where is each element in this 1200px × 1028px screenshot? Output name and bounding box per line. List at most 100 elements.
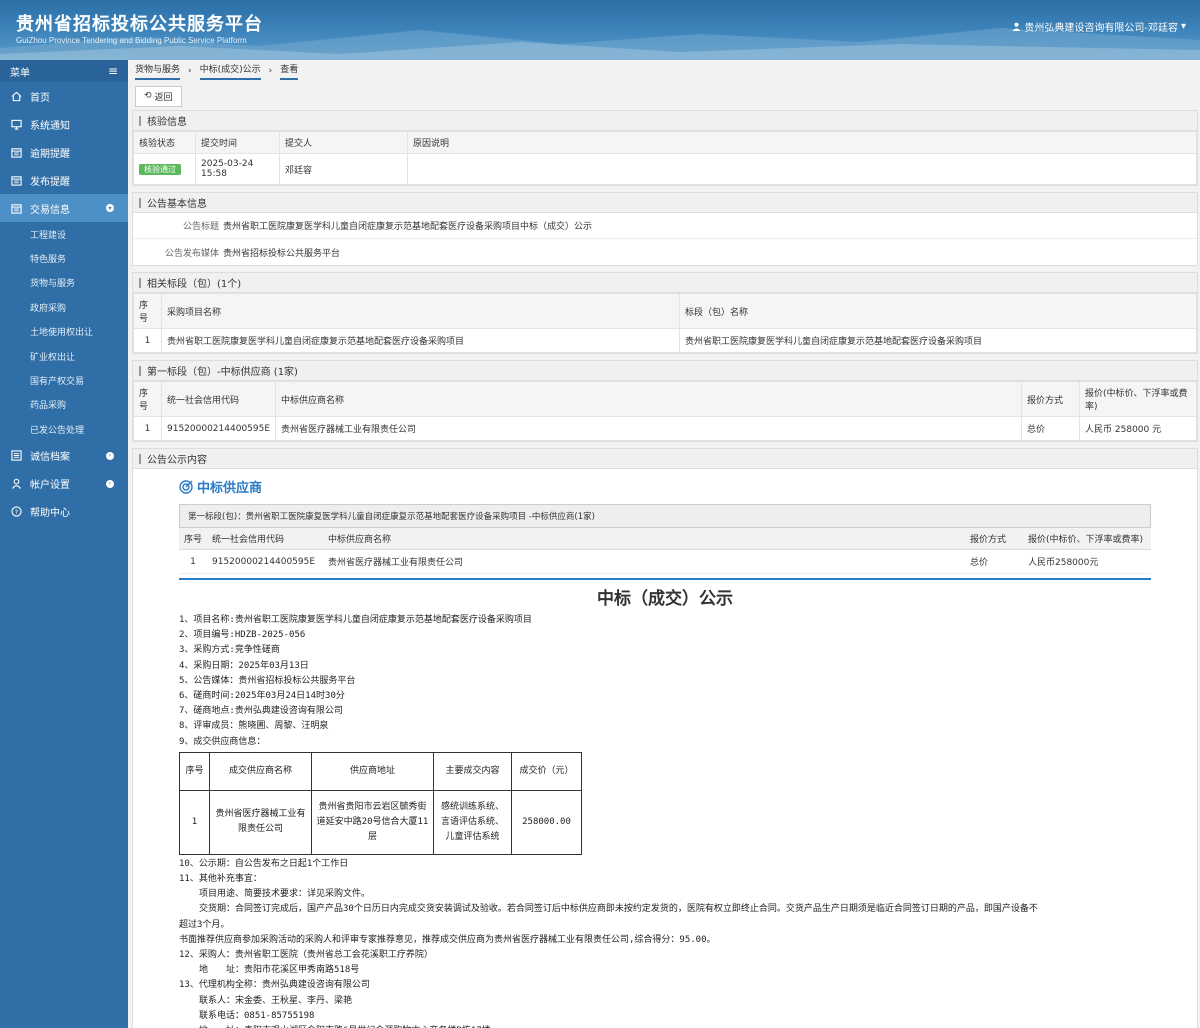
- sidebar-item-help[interactable]: ? 帮助中心: [0, 498, 128, 526]
- status-cell: 核验通过: [133, 153, 196, 185]
- menu-label: 菜单: [10, 67, 30, 79]
- target-icon: [179, 479, 193, 494]
- doc-body: 1、项目名称:贵州省职工医院康复医学科儿童自闭症康复示范基地配套医疗设备采购项目…: [179, 613, 1151, 1028]
- calendar-icon: [10, 202, 22, 214]
- cell: 贵州省医疗器械工业有限责任公司: [323, 549, 965, 574]
- sidebar-item-label: 首页: [30, 92, 50, 104]
- breadcrumb-item[interactable]: 查看: [280, 62, 299, 80]
- chevron-right-icon: ›: [268, 66, 273, 76]
- monitor-icon: [10, 118, 22, 130]
- media-row: 公告发布媒体 贵州省招标投标公共服务平台: [133, 239, 1197, 265]
- doc-lines-indented: 地 址：贵阳市花溪区甲秀南路518号: [179, 963, 1151, 978]
- col-header: 报价方式: [1021, 381, 1081, 417]
- doc-line: 11、其他补充事宜：: [179, 874, 262, 885]
- sidebar-item-label: 系统通知: [30, 120, 70, 132]
- cell: 1: [179, 549, 207, 574]
- top-header: 贵州省招标投标公共服务平台 GuiZhou Province Tendering…: [0, 0, 1200, 60]
- doc-lines-a: 1、项目名称:贵州省职工医院康复医学科儿童自闭症康复示范基地配套医疗设备采购项目…: [179, 613, 1151, 750]
- sidebar-item-label: 逾期提醒: [30, 148, 70, 160]
- notice-title-row: 公告标题 贵州省职工医院康复医学科儿童自闭症康复示范基地配套医疗设备采购项目中标…: [133, 213, 1197, 239]
- calendar-icon: [10, 174, 22, 186]
- sidebar-subitem[interactable]: 药品采购: [0, 393, 128, 417]
- supplier-table: 序号 成交供应商名称 供应商地址 主要成交内容 成交价（元） 1 贵州省医疗器械…: [179, 751, 582, 855]
- doc-line: 8、评审成员：熊晓圃、周黎、汪明泉: [179, 721, 329, 732]
- doc-line: 3、采购方式:竞争性磋商: [179, 645, 280, 656]
- sidebar-item-home[interactable]: 首页: [0, 82, 128, 110]
- breadcrumb-item[interactable]: 货物与服务: [135, 62, 181, 80]
- col-header: 中标供应商名称: [275, 381, 1023, 417]
- brand-title: 贵州省招标投标公共服务平台: [16, 14, 263, 35]
- cell: 贵州省贵阳市云岩区毓秀街道延安中路20号信合大厦11层: [311, 789, 434, 855]
- sidebar-subitem[interactable]: 政府采购: [0, 295, 128, 319]
- cell: 1: [133, 416, 162, 441]
- winner-table: 序号 统一社会信用代码 中标供应商名称 报价方式 报价(中标价、下浮率或费率) …: [133, 381, 1197, 441]
- sidebar-item-publish[interactable]: 发布提醒: [0, 166, 128, 194]
- section-label: 第一标段(包)：贵州省职工医院康复医学科儿童自闭症康复示范基地配套医疗设备采购项…: [179, 504, 1151, 528]
- user-name: 贵州弘典建设咨询有限公司-邓廷容: [1024, 23, 1178, 34]
- sidebar-item-label: 帮助中心: [30, 508, 70, 520]
- home-icon: [10, 90, 22, 102]
- doc-line: 地 址：贵阳市花溪区甲秀南路518号: [199, 965, 360, 976]
- doc-line: 4、采购日期：2025年03月13日: [179, 660, 309, 671]
- back-icon: ⟲: [144, 91, 152, 101]
- doc-lines-c: 12、采购人：贵州省职工医院（贵州省总工会花溪职工疗养院）: [179, 948, 1151, 963]
- sidebar-subitem[interactable]: 国有产权交易: [0, 368, 128, 392]
- cell: 总价: [965, 549, 1023, 574]
- sidebar-item-notice[interactable]: 系统通知: [0, 110, 128, 138]
- col-header: 供应商地址: [311, 751, 434, 791]
- doc-line: 地 址：贵阳市观山湖区金阳南路6号世纪金源购物中心商务楼B栋17楼: [199, 1024, 1151, 1028]
- divider: [179, 578, 1151, 580]
- cell: 感统训练系统、言语评估系统、儿童评估系统: [433, 789, 512, 855]
- cell: 91520000214400595E: [160, 416, 277, 441]
- sidebar-item-overdue[interactable]: 逾期提醒: [0, 138, 128, 166]
- sidebar-item-label: 诚信档案: [30, 452, 70, 464]
- field-label: 公告标题: [182, 222, 219, 232]
- doc-line: 1、项目名称:贵州省职工医院康复医学科儿童自闭症康复示范基地配套医疗设备采购项目: [179, 615, 532, 625]
- main-content: 货物与服务 › 中标(成交)公示 › 查看 ⟲ 返回 核验信息 核验状态 提交时…: [132, 60, 1198, 1028]
- back-label: 返回: [154, 92, 173, 103]
- verify-panel: 核验信息 核验状态 提交时间 提交人 原因说明 核验通过 2025-03-24 …: [132, 110, 1198, 186]
- sidebar-item-credit[interactable]: 诚信档案 ›: [0, 442, 128, 470]
- list-icon: [10, 450, 22, 462]
- doc-title: 中标（成交）公示: [597, 589, 733, 609]
- col-header: 统一社会信用代码: [207, 528, 323, 550]
- table-row: 1 91520000214400595E 贵州省医疗器械工业有限责任公司 总价 …: [179, 549, 1151, 574]
- doc-line: 6、磋商时间:2025年03月24日14时30分: [179, 691, 345, 702]
- col-header: 标段（包）名称: [679, 293, 1197, 329]
- sidebar-subitem[interactable]: 特色服务: [0, 246, 128, 270]
- status-badge: 核验通过: [139, 163, 181, 175]
- doc-line: 书面推荐供应商参加采购活动的采购人和评审专家推荐意见，推荐成交供应商为贵州省医疗…: [179, 934, 716, 945]
- sidebar-subitem[interactable]: 已发公告处理: [0, 417, 128, 441]
- doc-line: 联系电话：0851-85755198: [199, 1010, 315, 1021]
- col-header: 报价(中标价、下浮率或费率): [1023, 528, 1151, 550]
- sidebar-item-trade[interactable]: 交易信息 ▾: [0, 194, 128, 222]
- sidebar-item-account[interactable]: 帐户设置 ›: [0, 470, 128, 498]
- breadcrumb-item[interactable]: 中标(成交)公示: [199, 62, 261, 80]
- doc-line: 5、公告媒体：贵州省招标投标公共服务平台: [179, 675, 356, 686]
- doc-lines-b: 10、公示期：自公告发布之日起1个工作日 11、其他补充事宜：: [179, 857, 1151, 887]
- panel-title: 公告公示内容: [133, 449, 1197, 469]
- submitter-cell: 邓廷容: [279, 153, 408, 185]
- chevron-right-icon: ›: [188, 66, 192, 76]
- sidebar-subitem[interactable]: 货物与服务: [0, 271, 128, 295]
- col-header: 统一社会信用代码: [160, 381, 277, 417]
- doc-line: 7、磋商地点:贵州弘典建设咨询有限公司: [179, 706, 343, 717]
- user-menu[interactable]: 贵州弘典建设咨询有限公司-邓廷容 ▾: [1012, 19, 1186, 34]
- col-header: 序号: [133, 293, 162, 329]
- sidebar-subitem[interactable]: 工程建设: [0, 222, 128, 246]
- doc-line: 12、采购人：贵州省职工医院（贵州省总工会花溪职工疗养院）: [179, 950, 433, 961]
- reason-cell: [407, 153, 1197, 185]
- caret-down-icon: ▾: [1180, 21, 1186, 32]
- user-icon: [1012, 22, 1021, 31]
- hamburger-icon[interactable]: ≡: [108, 64, 118, 78]
- cell: 贵州省职工医院康复医学科儿童自闭症康复示范基地配套医疗设备采购项目: [161, 328, 680, 353]
- sidebar-subitem[interactable]: 矿业权出让: [0, 344, 128, 368]
- cell: 贵州省医疗器械工业有限责任公司: [209, 789, 312, 855]
- sidebar-item-label: 帐户设置: [30, 480, 70, 492]
- notice-title-value: 贵州省职工医院康复医学科儿童自闭症康复示范基地配套医疗设备采购项目中标（成交）公…: [223, 222, 593, 232]
- back-button[interactable]: ⟲ 返回: [135, 85, 182, 107]
- sidebar-subitem[interactable]: 土地使用权出让: [0, 320, 128, 344]
- media-value: 贵州省招标投标公共服务平台: [223, 248, 341, 259]
- cell: 总价: [1021, 416, 1081, 441]
- panel-title: 相关标段（包）(1个): [133, 273, 1197, 293]
